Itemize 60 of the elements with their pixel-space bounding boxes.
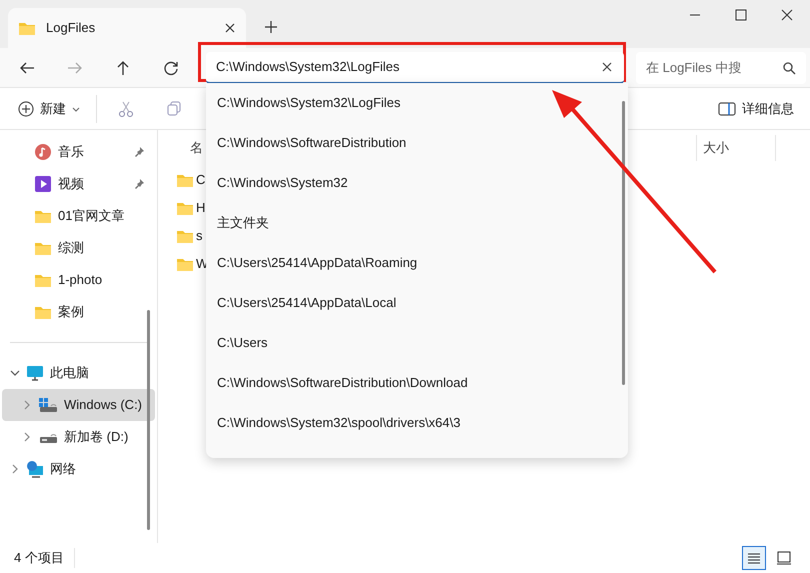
tree-item[interactable]: 新加卷 (D:) — [2, 421, 155, 453]
suggestion-item[interactable]: C:\Windows\System32\spool\drivers\x64\3 — [206, 403, 628, 443]
address-field[interactable]: C:\Windows\System32\LogFiles — [206, 52, 624, 84]
search-field[interactable]: 在 LogFiles 中搜 — [636, 52, 806, 84]
clear-icon[interactable] — [602, 62, 612, 72]
details-view-button[interactable] — [742, 546, 766, 570]
folder-icon — [34, 272, 52, 288]
new-button[interactable]: 新建 — [16, 94, 82, 124]
sidebar-item[interactable]: 视频 — [0, 168, 157, 200]
sidebar-item[interactable]: 1-photo — [0, 264, 157, 296]
folder-icon — [34, 240, 52, 256]
chevron-right-icon[interactable] — [22, 432, 32, 442]
tree-item[interactable]: 网络 — [2, 453, 155, 485]
folder-icon — [34, 304, 52, 320]
tree-item[interactable]: Windows (C:) — [2, 389, 155, 421]
chevron-right-icon[interactable] — [10, 464, 20, 474]
folder-icon — [176, 200, 194, 216]
sidebar-item[interactable]: 音乐 — [0, 136, 157, 168]
suggestion-item[interactable]: 主文件夹 — [206, 203, 628, 243]
music-icon — [34, 143, 52, 161]
network-icon — [26, 460, 44, 478]
tab-title: LogFiles — [46, 19, 96, 38]
folder-icon — [18, 20, 36, 36]
sidebar-item[interactable]: 案例 — [0, 296, 157, 328]
folder-icon — [176, 228, 194, 244]
item-count: 4 个项目 — [14, 548, 75, 568]
folder-icon — [34, 208, 52, 224]
details-button[interactable]: 详细信息 — [718, 98, 794, 118]
folder-icon — [176, 256, 194, 272]
folder-icon — [176, 172, 194, 188]
suggestion-item[interactable]: C:\Windows\System32 — [206, 163, 628, 203]
suggestion-item[interactable]: C:\Users\25414\AppData\Roaming — [206, 243, 628, 283]
monitor-icon — [26, 364, 44, 382]
suggestion-item[interactable]: C:\Windows\SoftwareDistribution — [206, 123, 628, 163]
details-pane-icon — [718, 102, 736, 116]
column-header[interactable]: 大小 — [696, 134, 776, 160]
file-name[interactable]: C — [196, 170, 206, 190]
tree-item[interactable]: 此电脑 — [2, 357, 155, 389]
chevron-down-icon[interactable] — [10, 368, 20, 378]
search-icon — [782, 60, 796, 74]
file-name[interactable]: s — [196, 226, 202, 246]
scrollbar-thumb[interactable] — [147, 310, 150, 530]
plus-circle-icon — [18, 100, 34, 116]
plus-icon[interactable] — [264, 20, 278, 34]
suggestion-item[interactable]: C:\Windows\SoftwareDistribution\Download — [206, 363, 628, 403]
video-icon — [34, 175, 52, 193]
suggestion-item[interactable]: C:\Windows\System32\LogFiles — [206, 83, 628, 123]
copy-icon[interactable] — [165, 100, 183, 118]
suggestion-item[interactable]: C:\Users\25414\AppData\Local — [206, 283, 628, 323]
scissors-icon[interactable] — [117, 100, 135, 118]
suggestion-item[interactable]: C:\Users — [206, 323, 628, 363]
sidebar-item[interactable]: 综测 — [0, 232, 157, 264]
browser-tab[interactable]: LogFiles — [8, 8, 246, 48]
scrollbar-thumb[interactable] — [622, 101, 625, 385]
caret-icon — [72, 104, 80, 112]
drive-icon — [38, 397, 58, 413]
chevron-right-icon[interactable] — [22, 400, 32, 410]
sidebar-item[interactable]: 01官网文章 — [0, 200, 157, 232]
file-name[interactable]: H — [196, 198, 206, 218]
close-icon[interactable] — [224, 22, 236, 34]
